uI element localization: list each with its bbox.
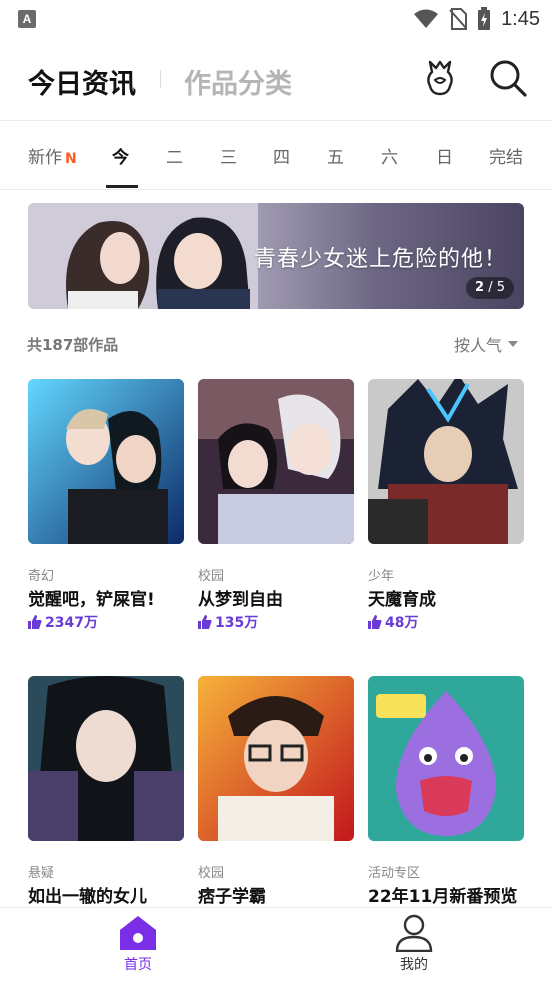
status-bar: A 1:45 [0, 0, 552, 38]
comic-title: 痞子学霸 [198, 887, 266, 907]
tab-tuesday[interactable]: 二 [166, 143, 183, 168]
comic-card[interactable]: 校园 痞子学霸 [198, 676, 354, 907]
banner-artwork [28, 203, 258, 309]
header-separator [160, 70, 161, 88]
nav-mine[interactable]: 我的 [374, 914, 454, 974]
works-count: 共187部作品 [27, 336, 119, 354]
banner-caption: 青春少女迷上危险的他！ [254, 247, 508, 272]
comic-card[interactable]: 奇幻 觉醒吧，铲屎官! 2347万 [28, 379, 184, 631]
nav-home[interactable]: 首页 [98, 914, 178, 974]
tab-sunday[interactable]: 日 [436, 143, 453, 168]
bottom-navigation: 首页 我的 [0, 907, 552, 981]
active-tab-indicator [106, 185, 138, 188]
new-badge: N [65, 151, 77, 167]
comic-title: 如出一辙的女儿 [28, 887, 147, 907]
tab-completed[interactable]: 完结 [489, 143, 523, 168]
sort-dropdown[interactable]: 按人气 [454, 332, 519, 356]
banner-page-indicator: 2 / 5 [466, 277, 514, 299]
comic-likes: 135万 [198, 612, 258, 632]
comic-cover [28, 379, 184, 544]
comic-card[interactable]: 活动专区 22年11月新番预览 [368, 676, 524, 907]
comic-title: 觉醒吧，铲屎官! [28, 590, 155, 610]
app-notification-icon: A [18, 10, 36, 28]
comic-cover [28, 676, 184, 841]
comic-card[interactable]: 少年 天魔育成 48万 [368, 379, 524, 631]
promo-banner[interactable]: 青春少女迷上危险的他！ 2 / 5 [28, 203, 524, 309]
battery-charging-icon [478, 7, 491, 30]
badge-icon[interactable] [418, 56, 462, 100]
search-icon[interactable] [486, 56, 530, 100]
tab-saturday[interactable]: 六 [381, 143, 398, 168]
comic-genre: 奇幻 [28, 569, 55, 584]
clock: 1:45 [501, 7, 540, 30]
comic-title: 天魔育成 [368, 590, 436, 610]
caret-down-icon [508, 341, 519, 347]
comic-title: 22年11月新番预览 [368, 887, 518, 907]
status-icons: 1:45 [413, 6, 540, 32]
tab-today-news[interactable]: 今日资讯 [28, 62, 136, 101]
comic-cover [368, 379, 524, 544]
tab-new[interactable]: 新作 N [28, 143, 77, 168]
comic-cover [198, 676, 354, 841]
thumbs-up-icon [28, 615, 42, 629]
comic-likes: 2347万 [28, 612, 98, 632]
wifi-icon [414, 9, 439, 28]
nav-home-label: 首页 [124, 957, 152, 973]
thumbs-up-icon [368, 615, 382, 629]
tab-friday[interactable]: 五 [327, 143, 344, 168]
tab-today[interactable]: 今 [112, 143, 129, 168]
comic-genre: 校园 [198, 866, 225, 881]
comic-likes: 48万 [368, 612, 418, 632]
comic-card[interactable]: 校园 从梦到自由 135万 [198, 379, 354, 631]
tab-wednesday[interactable]: 三 [220, 143, 237, 168]
comic-genre: 少年 [368, 569, 395, 584]
comic-cover [198, 379, 354, 544]
no-sim-icon [449, 8, 468, 30]
comic-card[interactable]: 悬疑 如出一辙的女儿 [28, 676, 184, 907]
tab-categories[interactable]: 作品分类 [184, 62, 292, 101]
comic-genre: 活动专区 [368, 866, 421, 881]
home-icon [120, 916, 156, 950]
comic-title: 从梦到自由 [198, 590, 283, 610]
user-icon [395, 914, 433, 952]
thumbs-up-icon [198, 615, 212, 629]
app-header: 今日资讯 作品分类 [0, 38, 552, 120]
comic-genre: 校园 [198, 569, 225, 584]
weekday-tabs: 新作 N 今 二 三 四 五 六 日 完结 [0, 121, 552, 189]
nav-mine-label: 我的 [400, 957, 428, 973]
tab-thursday[interactable]: 四 [273, 143, 290, 168]
list-toolbar: 共187部作品 按人气 [0, 330, 552, 358]
comic-cover [368, 676, 524, 841]
comic-genre: 悬疑 [28, 866, 55, 881]
tabs-divider [0, 189, 552, 190]
